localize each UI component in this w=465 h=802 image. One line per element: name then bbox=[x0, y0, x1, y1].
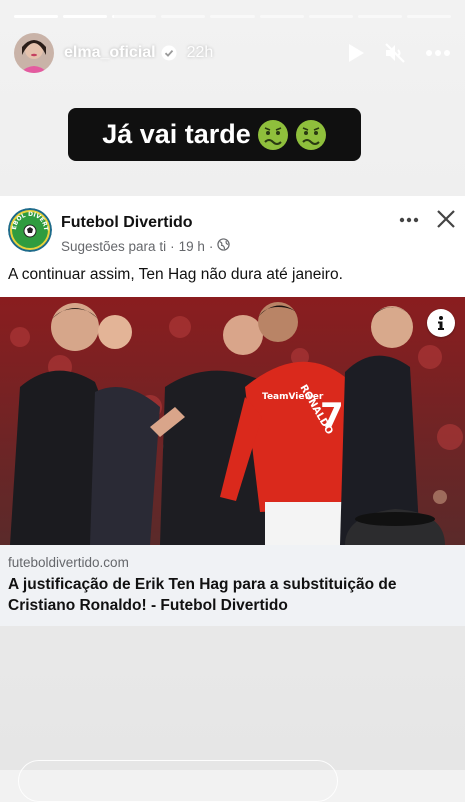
progress-segment bbox=[308, 15, 353, 18]
story-time: 22h bbox=[186, 44, 214, 61]
more-icon[interactable] bbox=[425, 49, 451, 57]
page-logo[interactable]: FUTEBOL DIVERTIDO bbox=[8, 208, 52, 252]
progress-segment bbox=[161, 15, 206, 18]
username[interactable]: elma_oficial bbox=[64, 44, 156, 62]
meta-time: 19 h bbox=[178, 238, 205, 254]
progress-segment bbox=[63, 15, 108, 18]
meta-separator: · bbox=[170, 238, 175, 254]
play-icon[interactable] bbox=[347, 43, 365, 63]
progress-segment bbox=[357, 15, 402, 18]
progress-segment bbox=[406, 15, 451, 18]
caption-text: Já vai tarde bbox=[102, 119, 251, 149]
info-icon[interactable] bbox=[427, 309, 455, 337]
progress-segment bbox=[210, 15, 255, 18]
story-header: elma_oficial 22h bbox=[14, 32, 451, 74]
jersey-sponsor: TeamViewer bbox=[262, 392, 324, 402]
meta-label: Sugestões para ti bbox=[61, 238, 167, 254]
story-progress bbox=[14, 15, 451, 18]
story-caption: Já vai tarde bbox=[68, 108, 361, 161]
progress-segment bbox=[14, 15, 59, 18]
post-more-icon[interactable] bbox=[399, 210, 419, 228]
reply-input[interactable] bbox=[18, 760, 338, 802]
meta-dot: · bbox=[208, 238, 214, 254]
close-icon[interactable] bbox=[435, 208, 457, 235]
link-preview[interactable]: futeboldivertido.com A justificação de E… bbox=[0, 545, 465, 626]
progress-segment bbox=[112, 15, 157, 18]
avatar[interactable] bbox=[14, 33, 54, 73]
nauseated-face-icon bbox=[295, 119, 327, 151]
globe-icon bbox=[217, 238, 231, 254]
link-title[interactable]: A justificação de Erik Ten Hag para a su… bbox=[8, 574, 453, 616]
post-text: A continuar assim, Ten Hag não dura até … bbox=[8, 266, 343, 283]
post-meta: Sugestões para ti · 19 h · bbox=[61, 238, 231, 254]
shared-post-card[interactable]: FUTEBOL DIVERTIDO Futebol Divertido Suge… bbox=[0, 196, 465, 626]
post-header: FUTEBOL DIVERTIDO Futebol Divertido Suge… bbox=[0, 196, 465, 264]
nauseated-face-icon bbox=[257, 119, 289, 151]
link-domain: futeboldivertido.com bbox=[8, 555, 129, 570]
page-name[interactable]: Futebol Divertido bbox=[61, 214, 193, 232]
mute-icon[interactable] bbox=[383, 41, 407, 65]
verified-badge-icon bbox=[161, 45, 177, 61]
post-photo[interactable]: 7 RONALDO TeamViewer bbox=[0, 297, 465, 545]
progress-segment bbox=[259, 15, 304, 18]
